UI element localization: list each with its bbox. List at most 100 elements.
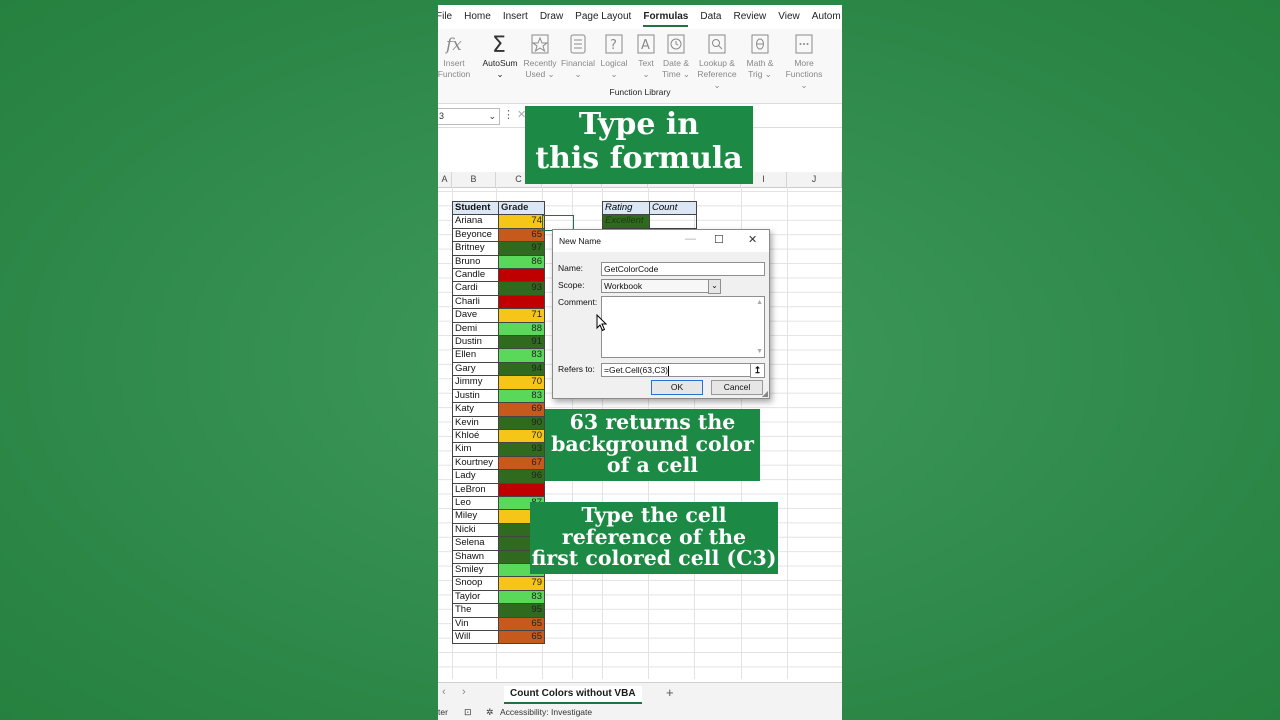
grade-cell[interactable]: 65: [498, 227, 545, 243]
menu-tab-view[interactable]: View: [772, 5, 806, 29]
grade-header[interactable]: Grade: [498, 200, 545, 216]
grade-cell[interactable]: 65: [498, 616, 545, 632]
grade-cell[interactable]: 70: [498, 375, 545, 390]
grade-cell[interactable]: 93: [498, 281, 545, 296]
grade-cell[interactable]: 74: [498, 214, 545, 229]
cancel-button[interactable]: Cancel: [711, 380, 763, 395]
student-cell[interactable]: Gary: [452, 361, 499, 377]
next-sheet-icon[interactable]: ›: [462, 686, 466, 698]
grade-cell[interactable]: 91: [498, 335, 545, 350]
menu-tab-file[interactable]: File: [438, 5, 458, 29]
grade-cell[interactable]: 69: [498, 402, 545, 417]
chevron-down-icon[interactable]: ⌄: [708, 279, 721, 294]
column-header[interactable]: B: [452, 172, 496, 187]
student-cell[interactable]: Ariana: [452, 214, 499, 229]
grade-cell[interactable]: 94: [498, 361, 545, 377]
student-cell[interactable]: Demi: [452, 321, 499, 337]
grade-cell[interactable]: [498, 268, 545, 283]
grade-cell[interactable]: 93: [498, 442, 545, 457]
scope-select[interactable]: Workbook ⌄: [601, 279, 721, 294]
menu-tab-page-layout[interactable]: Page Layout: [569, 5, 637, 29]
menu-tab-formulas[interactable]: Formulas: [637, 5, 694, 29]
student-cell[interactable]: Charli: [452, 294, 499, 310]
accessibility-status[interactable]: Accessibility: Investigate: [500, 704, 592, 720]
add-sheet-icon[interactable]: +: [666, 685, 674, 700]
student-cell[interactable]: Bruno: [452, 254, 499, 270]
menu-tab-home[interactable]: Home: [458, 5, 497, 29]
resize-grip-icon[interactable]: ◢: [762, 389, 768, 398]
student-cell[interactable]: Miley: [452, 509, 499, 524]
grade-cell[interactable]: 70: [498, 428, 545, 444]
rating-header[interactable]: Rating: [602, 200, 650, 216]
student-cell[interactable]: Lady: [452, 469, 499, 484]
rating-excellent-cell[interactable]: Excellent: [602, 214, 650, 229]
student-cell[interactable]: Leo: [452, 495, 499, 511]
student-cell[interactable]: Selena: [452, 536, 499, 551]
student-cell[interactable]: Beyonce: [452, 227, 499, 243]
grade-cell[interactable]: 67: [498, 455, 545, 471]
menu-tab-autom[interactable]: Autom: [806, 5, 842, 29]
ribbon-button-more[interactable]: More Functions ⌄: [784, 33, 824, 91]
count-cell[interactable]: [649, 214, 697, 229]
ribbon-button-financial[interactable]: Financial ⌄: [558, 33, 598, 80]
grade-cell[interactable]: 95: [498, 603, 545, 618]
student-cell[interactable]: Dustin: [452, 335, 499, 350]
comment-textarea[interactable]: ▲ ▼: [601, 296, 765, 358]
grade-cell[interactable]: 96: [498, 469, 545, 484]
student-cell[interactable]: Shawn: [452, 549, 499, 564]
ribbon-button-math[interactable]: Math & Trig ⌄: [740, 33, 780, 80]
ribbon-button-lookup[interactable]: Lookup & Reference ⌄: [697, 33, 737, 91]
ribbon-button-autosum[interactable]: Σ AutoSum ⌄: [480, 33, 520, 80]
count-header[interactable]: Count: [649, 200, 697, 216]
menu-tab-review[interactable]: Review: [727, 5, 772, 29]
student-cell[interactable]: Dave: [452, 308, 499, 323]
grade-cell[interactable]: 83: [498, 348, 545, 363]
maximize-icon[interactable]: ☐: [714, 233, 724, 246]
student-cell[interactable]: LeBron: [452, 482, 499, 497]
student-cell[interactable]: Ellen: [452, 348, 499, 363]
student-cell[interactable]: Smiley: [452, 562, 499, 578]
grade-cell[interactable]: 88: [498, 321, 545, 337]
macro-record-icon[interactable]: ⊡: [464, 704, 472, 720]
collapse-dialog-icon[interactable]: ↥: [750, 363, 765, 378]
student-cell[interactable]: Nicki: [452, 522, 499, 538]
student-cell[interactable]: Khloé: [452, 428, 499, 444]
student-cell[interactable]: Britney: [452, 241, 499, 256]
grade-cell[interactable]: 83: [498, 589, 545, 605]
chevron-down-icon[interactable]: ⌄: [488, 109, 496, 124]
grade-cell[interactable]: 83: [498, 388, 545, 404]
grade-cell[interactable]: 86: [498, 254, 545, 270]
student-cell[interactable]: Candle: [452, 268, 499, 283]
student-cell[interactable]: Cardi: [452, 281, 499, 296]
student-header[interactable]: Student: [452, 200, 499, 216]
grade-cell[interactable]: [498, 294, 545, 310]
grade-cell[interactable]: 97: [498, 241, 545, 256]
more-options-icon[interactable]: ⋮: [503, 108, 514, 121]
menu-tab-insert[interactable]: Insert: [497, 5, 534, 29]
scroll-down-icon[interactable]: ▼: [756, 347, 763, 357]
column-header[interactable]: A: [438, 172, 452, 187]
student-cell[interactable]: Jimmy: [452, 375, 499, 390]
grade-cell[interactable]: 79: [498, 576, 545, 591]
scroll-up-icon[interactable]: ▲: [756, 297, 763, 309]
menu-tab-draw[interactable]: Draw: [534, 5, 569, 29]
student-cell[interactable]: Kim: [452, 442, 499, 457]
ribbon-button-insert[interactable]: fx Insert Function: [438, 33, 474, 80]
menu-tab-data[interactable]: Data: [694, 5, 727, 29]
ok-button[interactable]: OK: [651, 380, 703, 395]
name-input[interactable]: GetColorCode: [601, 262, 765, 276]
prev-sheet-icon[interactable]: ‹: [442, 686, 446, 698]
student-cell[interactable]: Will: [452, 629, 499, 645]
student-cell[interactable]: Katy: [452, 402, 499, 417]
minimize-icon[interactable]: —: [685, 233, 696, 245]
sheet-tab-count-colors[interactable]: Count Colors without VBA: [504, 686, 642, 704]
close-icon[interactable]: ✕: [748, 233, 757, 246]
ribbon-button-recently[interactable]: Recently Used ⌄: [520, 33, 560, 80]
grade-cell[interactable]: 90: [498, 415, 545, 430]
accessibility-icon[interactable]: ✲: [486, 704, 494, 720]
student-cell[interactable]: Justin: [452, 388, 499, 404]
student-cell[interactable]: Snoop: [452, 576, 499, 591]
ribbon-button-date[interactable]: Date & Time ⌄: [656, 33, 696, 80]
student-cell[interactable]: Vin: [452, 616, 499, 632]
name-box[interactable]: 3 ⌄: [438, 108, 500, 125]
